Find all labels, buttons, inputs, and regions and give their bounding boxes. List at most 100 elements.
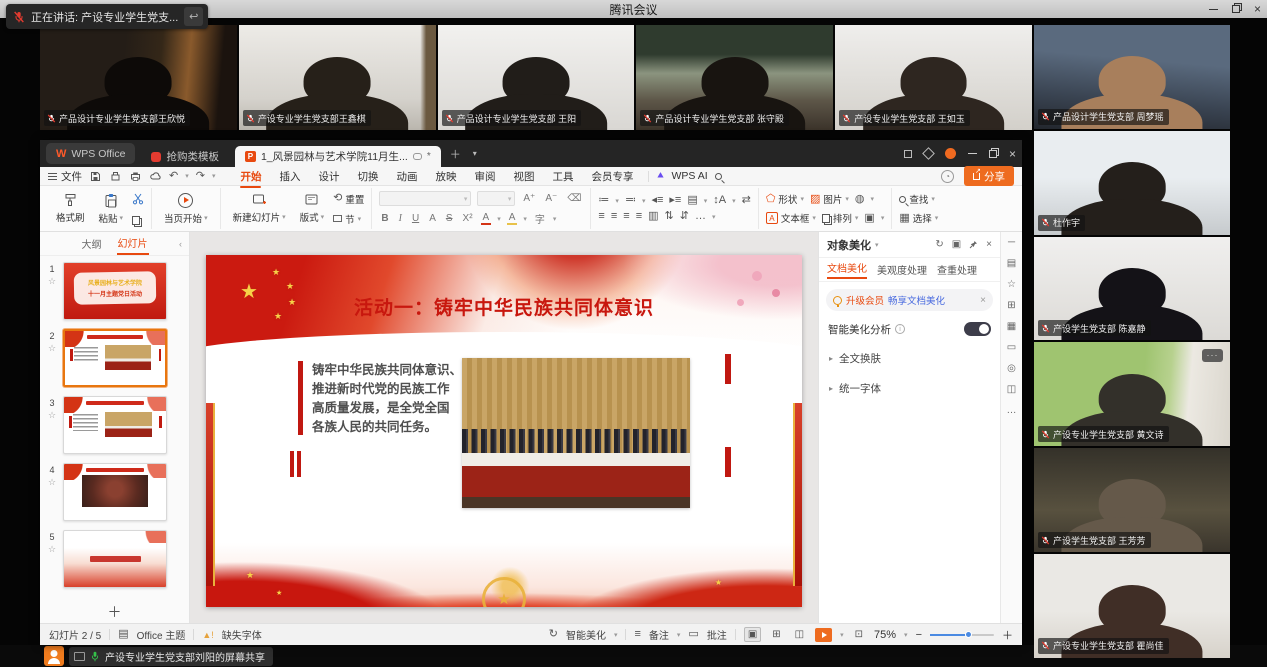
minimize-icon[interactable] <box>1209 9 1218 10</box>
wps-minimize-icon[interactable] <box>968 153 977 154</box>
current-slide[interactable]: ★ ★ ★ ★ ★ 活动一：铸牢中华民族共同体意识 铸牢中华民族共同体意识、 推… <box>206 255 802 607</box>
normal-view-icon[interactable]: ▣ <box>744 627 761 642</box>
fill-button[interactable]: ◍ <box>855 194 865 205</box>
picture-button[interactable]: ▨图片▾ <box>810 192 849 206</box>
font-color-button[interactable]: A <box>481 212 492 225</box>
undo-chevron[interactable]: ▾ <box>185 172 189 180</box>
slide-thumbnail-4[interactable] <box>63 463 167 521</box>
slideshow-play-button[interactable] <box>815 628 832 642</box>
zoom-out-button[interactable]: − <box>916 629 922 641</box>
highlight-chevron[interactable]: ▾ <box>523 215 527 223</box>
video-tile[interactable]: 产设专业学生党支部 瞿尚佳 <box>1034 554 1230 658</box>
line-spacing-button[interactable]: ↕A <box>713 195 726 206</box>
notes-icon[interactable]: ▭ <box>1007 343 1016 353</box>
bullet-list-button[interactable]: ≔ <box>598 195 609 206</box>
slide-title[interactable]: 活动一：铸牢中华民族共同体意识 <box>206 293 802 320</box>
tile-more-button[interactable]: ··· <box>1202 349 1223 362</box>
window-icon[interactable]: ▣ <box>952 239 961 250</box>
clear-format-button[interactable]: ⌫ <box>565 193 583 204</box>
pin-icon[interactable] <box>969 240 978 249</box>
slide-photo[interactable] <box>462 358 690 508</box>
numbered-list-button[interactable]: ≕ <box>625 195 636 206</box>
theme-label[interactable]: Office 主题 <box>137 627 186 642</box>
wps-home-tab[interactable]: W WPS Office <box>46 143 135 164</box>
slide-counter[interactable]: 幻灯片 2 / 5 <box>49 627 101 642</box>
align-left-button[interactable]: ≡ <box>598 211 604 222</box>
font-color-chevron[interactable]: ▾ <box>497 215 501 223</box>
tab-tools[interactable]: 工具 <box>544 167 581 186</box>
more-char-chevron[interactable]: ▾ <box>553 215 557 223</box>
apps-icon[interactable] <box>922 147 935 160</box>
full-skin-section[interactable]: ▸ 全文换肤 <box>819 343 1000 373</box>
slide-body-textbox[interactable]: 铸牢中华民族共同体意识、 推进新时代党的民族工作 高质量发展，是全党全国 各族人… <box>298 361 462 437</box>
shapes-button[interactable]: ⬠形状▾ <box>766 192 804 206</box>
convert-button[interactable]: ⇄ <box>742 195 751 206</box>
video-tile[interactable]: 产设专业学生党支部 王如玉 <box>835 25 1032 130</box>
slide-canvas[interactable]: ★ ★ ★ ★ ★ 活动一：铸牢中华民族共同体意识 铸牢中华民族共同体意识、 推… <box>190 232 818 623</box>
undo-icon[interactable]: ↶ <box>169 171 178 182</box>
beautify-icon[interactable]: ◎ <box>1007 364 1016 374</box>
smart-analysis-toggle[interactable] <box>964 322 991 336</box>
redo-chevron[interactable]: ▾ <box>212 172 216 180</box>
more-char-button[interactable]: 字 <box>533 211 547 226</box>
slide-thumbnail-5[interactable] <box>63 530 167 588</box>
account-avatar[interactable] <box>945 148 956 159</box>
video-tile[interactable]: 产品设计专业学生党支部 王阳 <box>438 25 635 130</box>
decrease-font-button[interactable]: A⁻ <box>543 193 559 204</box>
strikethrough-button[interactable]: S <box>444 213 455 224</box>
tab-member[interactable]: 会员专享 <box>583 167 641 186</box>
document-tab[interactable]: P 1_风景园林与艺术学院11月生... * <box>235 146 441 167</box>
video-tile[interactable]: 产设专业学生党支部王鑫棋 <box>239 25 436 130</box>
cut-button[interactable] <box>132 192 144 210</box>
select-button[interactable]: ▦选择▾ <box>899 211 938 225</box>
sorter-view-icon[interactable]: ⊞ <box>769 628 783 641</box>
video-tile[interactable]: 产品设计专业学生党支部 张守殿 <box>636 25 833 130</box>
underline-button[interactable]: U <box>410 213 421 224</box>
video-tile[interactable]: 产设学生党支部 陈嘉静 <box>1034 237 1230 341</box>
slides-tab[interactable]: 幻灯片 <box>117 232 149 255</box>
tab-view[interactable]: 视图 <box>505 167 542 186</box>
layers-icon[interactable]: ⊞ <box>1007 301 1015 311</box>
notes-label[interactable]: 备注 <box>649 627 669 642</box>
wps-ai-label[interactable]: WPS AI <box>671 170 707 182</box>
reading-icon[interactable]: ◫ <box>1007 385 1016 395</box>
add-slide-button[interactable]: ＋ <box>40 601 189 623</box>
italic-button[interactable]: I <box>397 213 404 224</box>
frame-button[interactable]: ▣ <box>864 213 874 224</box>
tab-insert[interactable]: 插入 <box>271 167 308 186</box>
copy-button[interactable] <box>132 216 144 225</box>
file-menu[interactable]: 文件 <box>48 169 82 184</box>
info-icon[interactable]: i <box>895 324 905 334</box>
slide-thumbnail-2[interactable] <box>63 329 167 387</box>
more-tools-icon[interactable]: … <box>1007 406 1017 416</box>
play-from-current-button[interactable]: 当页开始▾ <box>159 193 213 225</box>
close-icon[interactable]: × <box>1254 3 1261 15</box>
justify-button[interactable]: ≡ <box>636 211 642 222</box>
close-panel-icon[interactable]: × <box>986 239 992 250</box>
highlight-button[interactable]: A <box>507 212 518 225</box>
banner-close-icon[interactable]: × <box>980 295 986 306</box>
section-button[interactable]: 节▾ <box>333 212 364 226</box>
reset-button[interactable]: ⟲重置 <box>333 192 364 206</box>
save-icon[interactable] <box>89 170 102 183</box>
share-button[interactable]: 分享 <box>964 166 1014 186</box>
format-painter-button[interactable]: 格式刷 <box>51 193 90 224</box>
wps-close-icon[interactable]: × <box>1009 147 1016 161</box>
toast-back-button[interactable]: ↩ <box>184 7 203 26</box>
video-tile[interactable]: 杜作宇 <box>1034 131 1230 235</box>
video-tile[interactable]: 产品设计学生党支部 周梦瑶 <box>1034 25 1230 129</box>
tab-animation[interactable]: 动画 <box>388 167 425 186</box>
layout-button[interactable]: 版式▾ <box>295 193 330 224</box>
tab-review[interactable]: 审阅 <box>466 167 503 186</box>
columns-button[interactable]: ▥ <box>648 211 658 222</box>
tab-slideshow[interactable]: 放映 <box>427 167 464 186</box>
redo-icon[interactable]: ↷ <box>196 171 205 182</box>
slide-thumbnail-1[interactable]: 风景园林与艺术学院 十一月主题党日活动 <box>63 262 167 320</box>
char-spacing-button[interactable]: A <box>427 213 438 224</box>
restore-icon[interactable] <box>1232 5 1240 13</box>
arrange-button[interactable]: 排列▾ <box>822 211 859 225</box>
video-tile[interactable]: 产设学生党支部 王芳芳 <box>1034 448 1230 552</box>
zoom-slider[interactable] <box>930 634 994 636</box>
beautify-tab-aesthetic[interactable]: 美观度处理 <box>877 262 927 277</box>
row-spacing-down-button[interactable]: ⇵ <box>680 211 689 222</box>
